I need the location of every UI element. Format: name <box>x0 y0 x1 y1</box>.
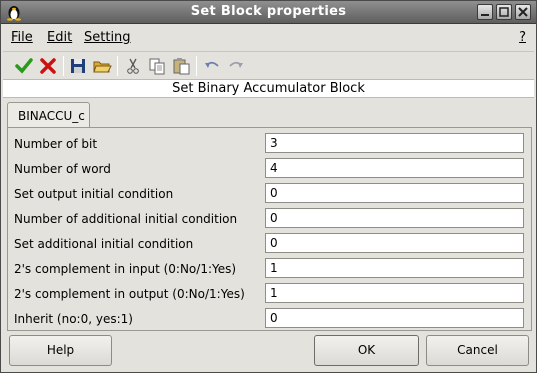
minimize-button[interactable] <box>477 4 493 20</box>
number-of-word-input[interactable] <box>265 158 524 178</box>
minimize-icon <box>481 14 489 16</box>
menu-edit-label: Edit <box>47 30 73 45</box>
field-label-complement-input: 2's complement in input (0:No/1:Yes) <box>14 262 237 276</box>
additional-initial-condition-input[interactable] <box>265 233 524 253</box>
field-label-output-initial-condition: Set output initial condition <box>14 187 174 201</box>
menu-file-label: File <box>11 30 33 45</box>
number-of-bit-input[interactable] <box>265 133 524 153</box>
inherit-input[interactable] <box>265 308 524 328</box>
undo-icon <box>205 61 219 68</box>
title-bar[interactable]: Set Block properties <box>1 1 536 24</box>
cut-tool-button[interactable] <box>122 55 144 77</box>
help-button[interactable]: Help <box>9 335 112 366</box>
menu-setting[interactable]: Setting <box>84 30 131 45</box>
maximize-button[interactable] <box>496 4 512 20</box>
save-icon <box>71 59 85 73</box>
undo-tool-button[interactable] <box>201 55 223 77</box>
redo-tool-button[interactable] <box>225 55 247 77</box>
open-tool-button[interactable] <box>91 55 113 77</box>
complement-input-input[interactable] <box>265 258 524 278</box>
cut-icon <box>127 58 139 74</box>
cancel-tool-button[interactable] <box>37 55 59 77</box>
window-title: Set Block properties <box>190 4 347 19</box>
close-icon <box>518 7 528 17</box>
dialog-window: Set Block properties File Edit Setting ? <box>0 0 537 373</box>
toolbar-separator <box>196 56 197 76</box>
check-icon <box>15 58 33 74</box>
complement-output-input[interactable] <box>265 283 524 303</box>
menu-help[interactable]: ? <box>519 30 526 45</box>
number-additional-initial-condition-input[interactable] <box>265 208 524 228</box>
ok-tool-button[interactable] <box>13 55 35 77</box>
toolbar-separator <box>117 56 118 76</box>
menu-setting-label: Setting <box>84 30 131 45</box>
tab-binaccu-c[interactable]: BINACCU_c <box>7 102 90 128</box>
redo-icon <box>229 61 243 68</box>
dialog-header: Set Binary Accumulator Block <box>3 79 534 98</box>
field-label-complement-output: 2's complement in output (0:No/1:Yes) <box>14 287 245 301</box>
open-folder-icon <box>93 61 112 73</box>
menu-edit[interactable]: Edit <box>47 30 72 45</box>
cancel-x-icon <box>40 58 56 74</box>
menu-bar: File Edit Setting ? <box>1 25 536 50</box>
field-label-number-of-bit: Number of bit <box>14 137 98 151</box>
toolbar-separator <box>63 56 64 76</box>
field-label-inherit: Inherit (no:0, yes:1) <box>14 312 133 326</box>
paste-icon <box>173 58 190 75</box>
output-initial-condition-input[interactable] <box>265 183 524 203</box>
field-label-additional-initial-condition: Set additional initial condition <box>14 237 194 251</box>
close-button[interactable] <box>515 4 531 20</box>
toolbar <box>3 51 534 79</box>
paste-tool-button[interactable] <box>170 55 192 77</box>
cancel-button[interactable]: Cancel <box>426 335 529 366</box>
menu-file[interactable]: File <box>11 30 33 45</box>
field-label-number-additional-initial-condition: Number of additional initial condition <box>14 212 238 226</box>
ok-button[interactable]: OK <box>314 335 419 366</box>
field-label-number-of-word: Number of word <box>14 162 111 176</box>
copy-icon <box>149 58 165 75</box>
save-tool-button[interactable] <box>67 55 89 77</box>
properties-panel: Number of bit Number of word Set output … <box>7 127 532 331</box>
maximize-icon <box>499 7 509 17</box>
copy-tool-button[interactable] <box>146 55 168 77</box>
